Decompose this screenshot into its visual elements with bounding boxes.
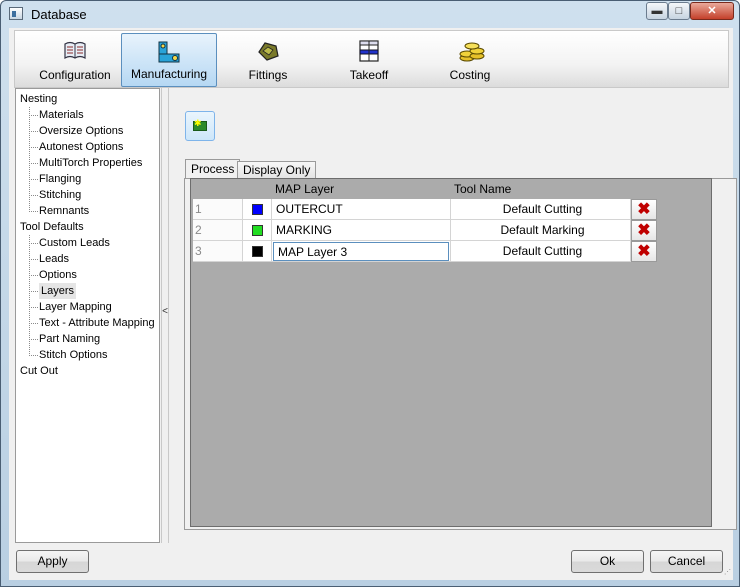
table-row[interactable]: 3 Default Cutting ✖: [193, 241, 710, 262]
tree-item-layer-mapping[interactable]: Layer Mapping: [39, 299, 112, 315]
row-number: 3: [193, 241, 243, 262]
row-number: 1: [193, 199, 243, 220]
tree-item-custom-leads[interactable]: Custom Leads: [39, 235, 110, 251]
table-row[interactable]: 2 MARKING Default Marking ✖: [193, 220, 710, 241]
title-bar[interactable]: Database ▬ □ ✕: [1, 1, 739, 27]
tree-item-oversize-options[interactable]: Oversize Options: [39, 123, 123, 139]
toolbar-label: Takeoff: [349, 68, 389, 82]
toolbar-fittings[interactable]: Fittings: [220, 33, 316, 87]
layer-name-input[interactable]: [273, 242, 449, 261]
toolbar-label: Manufacturing: [130, 67, 208, 81]
toolbar-configuration[interactable]: Configuration: [27, 33, 123, 87]
tool-name-cell[interactable]: Default Cutting: [451, 241, 631, 262]
tree-item-text-attribute-mapping[interactable]: Text - Attribute Mapping: [39, 315, 155, 331]
row-number: 2: [193, 220, 243, 241]
tree-connector: [29, 147, 38, 148]
tree-item-materials[interactable]: Materials: [39, 107, 84, 123]
layer-cell[interactable]: OUTERCUT: [272, 199, 451, 220]
tree-item-flanging[interactable]: Flanging: [39, 171, 81, 187]
tree-item-autonest-options[interactable]: Autonest Options: [39, 139, 123, 155]
toolbar-costing[interactable]: Costing: [422, 33, 518, 87]
tree-connector: [29, 291, 38, 292]
tree-item-multitorch-properties[interactable]: MultiTorch Properties: [39, 155, 142, 171]
delete-row-button[interactable]: ✖: [631, 220, 657, 241]
tree-connector: [29, 179, 38, 180]
tree-item-remnants[interactable]: Remnants: [39, 203, 89, 219]
tree-connector: [29, 339, 38, 340]
delete-icon: ✖: [637, 201, 651, 218]
color-cell[interactable]: [243, 199, 272, 220]
minimize-button[interactable]: ▬: [646, 2, 668, 20]
toolbar-label: Configuration: [39, 68, 111, 82]
tree-connector: [29, 275, 38, 276]
delete-row-button[interactable]: ✖: [631, 241, 657, 262]
tool-name-cell[interactable]: Default Cutting: [451, 199, 631, 220]
add-layer-icon: [193, 118, 207, 131]
resize-grip-icon[interactable]: ⋰: [724, 568, 733, 577]
apply-button[interactable]: Apply: [16, 550, 89, 573]
color-swatch[interactable]: [252, 225, 263, 236]
tree-item-leads[interactable]: Leads: [39, 251, 69, 267]
delete-icon: ✖: [637, 222, 651, 239]
tree-item-tool-defaults[interactable]: Tool Defaults: [20, 219, 84, 235]
tree-connector: [29, 211, 38, 212]
tree-connector: [29, 115, 38, 116]
toolbar-takeoff[interactable]: Takeoff: [321, 33, 417, 87]
manufacturing-icon: [158, 41, 180, 63]
tree-item-stitch-options[interactable]: Stitch Options: [39, 347, 107, 363]
ok-button[interactable]: Ok: [571, 550, 644, 573]
tree-connector: [29, 195, 38, 196]
column-header-tool-name[interactable]: Tool Name: [454, 182, 511, 196]
add-layer-button[interactable]: [185, 111, 215, 141]
toolbar-manufacturing[interactable]: Manufacturing: [121, 33, 217, 87]
color-cell[interactable]: [243, 241, 272, 262]
tree-item-part-naming[interactable]: Part Naming: [39, 331, 100, 347]
tree-connector: [29, 235, 30, 356]
color-swatch[interactable]: [252, 246, 263, 257]
tree-item-cut-out[interactable]: Cut Out: [20, 363, 58, 379]
layer-cell[interactable]: MARKING: [272, 220, 451, 241]
layers-grid: MAP Layer Tool Name 1 OUTERCUT Default C…: [190, 178, 712, 527]
delete-icon: ✖: [637, 243, 651, 260]
tree-connector: [29, 243, 38, 244]
tree-connector: [29, 355, 38, 356]
color-swatch[interactable]: [252, 204, 263, 215]
tool-name-cell[interactable]: Default Marking: [451, 220, 631, 241]
tree-item-layers[interactable]: Layers: [39, 283, 77, 299]
app-icon: [9, 7, 23, 20]
tree-connector: [29, 163, 38, 164]
color-cell[interactable]: [243, 220, 272, 241]
tab-process[interactable]: Process: [185, 159, 241, 179]
fittings-icon: [258, 42, 279, 61]
toolbar-label: Costing: [449, 68, 491, 82]
takeoff-icon: [359, 40, 379, 62]
database-window: Database ▬ □ ✕ Configuration Manufacturi…: [0, 0, 740, 587]
cancel-button[interactable]: Cancel: [650, 550, 723, 573]
client-area: Configuration Manufacturing Fittings Tak…: [9, 28, 737, 580]
coins-icon: [459, 42, 485, 62]
tree-connector: [29, 307, 38, 308]
layer-cell[interactable]: [272, 241, 451, 262]
table-row[interactable]: 1 OUTERCUT Default Cutting ✖: [193, 199, 710, 220]
toolbar-label: Fittings: [248, 68, 288, 82]
maximize-button[interactable]: □: [668, 2, 690, 20]
settings-tree: Nesting Materials Oversize Options Auton…: [15, 88, 160, 543]
tree-item-stitching[interactable]: Stitching: [39, 187, 81, 203]
close-button[interactable]: ✕: [690, 2, 734, 20]
tree-connector: [29, 131, 38, 132]
tree-item-nesting[interactable]: Nesting: [20, 91, 57, 107]
tree-connector: [29, 323, 38, 324]
tree-connector: [29, 107, 30, 212]
module-toolbar: Configuration Manufacturing Fittings Tak…: [14, 30, 729, 88]
column-header-map-layer[interactable]: MAP Layer: [275, 182, 334, 196]
panel-splitter[interactable]: <: [161, 88, 169, 543]
window-title: Database: [31, 7, 87, 22]
tree-connector: [29, 259, 38, 260]
collapse-arrow-icon[interactable]: <: [162, 306, 168, 317]
tree-item-options[interactable]: Options: [39, 267, 77, 283]
tab-display-only[interactable]: Display Only: [237, 161, 317, 179]
book-icon: [64, 41, 86, 60]
delete-row-button[interactable]: ✖: [631, 199, 657, 220]
